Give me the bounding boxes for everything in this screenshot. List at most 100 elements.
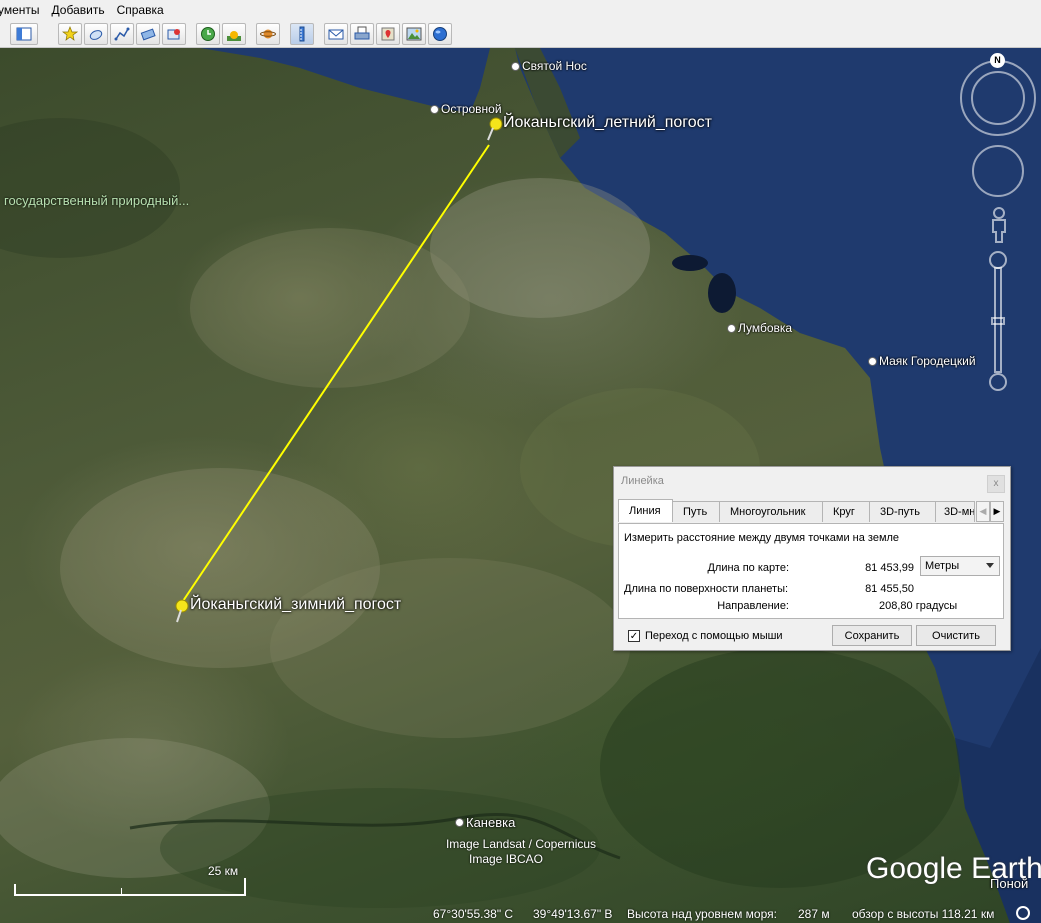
print-icon (354, 26, 370, 39)
place-dot-icon (727, 323, 736, 333)
ruler-icon (299, 26, 305, 41)
image-icon (406, 27, 422, 40)
view-in-earth-button[interactable] (428, 22, 452, 45)
google-maps-button[interactable] (376, 22, 400, 45)
tab-scroll-arrows: ◀ ▶ (976, 501, 1004, 522)
path-icon (114, 27, 130, 40)
sidebar-toggle-icon (16, 27, 32, 40)
unit-select[interactable]: Метры (920, 556, 1000, 576)
place-svyatoy-nos[interactable]: Святой Нос (511, 59, 587, 73)
planets-button[interactable] (256, 22, 280, 45)
place-dot-icon (511, 61, 520, 71)
north-indicator[interactable]: N (990, 53, 1005, 68)
add-placemark-button[interactable] (58, 22, 82, 45)
ruler-title: Линейка (621, 475, 664, 487)
look-joystick[interactable] (971, 71, 1025, 125)
attribution-line: Image Landsat / Copernicus (445, 837, 597, 851)
ruler-tabs: Линия Путь Многоугольник Круг 3D-путь 3D… (618, 499, 978, 523)
place-label: Маяк Городецкий (879, 354, 976, 368)
tab-scroll-right-button[interactable]: ▶ (990, 501, 1004, 522)
polygon-icon (89, 29, 103, 40)
toolbar (0, 20, 1041, 48)
tab-3d-path[interactable]: 3D-путь (869, 501, 936, 522)
history-button[interactable] (196, 22, 220, 45)
tab-scroll-left-button[interactable]: ◀ (976, 501, 990, 522)
eye-altitude-readout: обзор с высоты 118.21 км (852, 907, 995, 921)
menu-tools[interactable]: ументы (0, 3, 46, 17)
sidebar-toggle-button[interactable] (10, 22, 38, 45)
measure-description: Измерить расстояние между двумя точками … (624, 532, 900, 544)
ground-length-label: Длина по поверхности планеты: (624, 583, 789, 595)
attribution-line: Image IBCAO (468, 852, 544, 866)
sunlight-button[interactable] (222, 22, 246, 45)
streaming-indicator-icon (1016, 906, 1030, 920)
tab-path[interactable]: Путь (672, 501, 720, 522)
add-path-button[interactable] (110, 22, 134, 45)
clear-button[interactable]: Очистить (916, 625, 996, 646)
ruler-button[interactable] (290, 22, 314, 45)
place-ostrovnoy[interactable]: Островной (430, 102, 502, 116)
planets-icon (260, 29, 276, 38)
scale-label: 25 км (208, 864, 239, 878)
add-polygon-button[interactable] (84, 22, 108, 45)
chevron-down-icon (986, 563, 994, 568)
menu-help[interactable]: Справка (111, 3, 170, 17)
tab-circle[interactable]: Круг (822, 501, 870, 522)
latitude-readout: 67°30'55.38" С (433, 907, 514, 921)
place-label: Островной (441, 102, 502, 116)
placemark-winter-label[interactable]: Йоканьгский_зимний_погост (190, 596, 401, 614)
placemark-summer[interactable] (484, 116, 504, 145)
email-button[interactable] (324, 22, 348, 45)
move-joystick[interactable] (972, 145, 1024, 197)
mouse-nav-label: Переход с помощью мыши (645, 630, 783, 642)
place-dot-icon (868, 356, 877, 366)
status-bar: 67°30'55.38" С 39°49'13.67" В Высота над… (0, 906, 1041, 923)
save-button[interactable]: Сохранить (832, 625, 912, 646)
elevation-value: 287 м (798, 907, 830, 921)
map-length-label: Длина по карте: (707, 562, 789, 574)
scale-bar: 25 км (14, 864, 246, 896)
save-image-button[interactable] (402, 22, 426, 45)
ground-length-value: 81 455,50 (865, 583, 914, 595)
place-kanevka[interactable]: Каневка (455, 815, 515, 830)
close-button[interactable]: x (987, 475, 1005, 493)
heading-value: 208,80 градусы (879, 600, 958, 612)
close-icon: x (993, 478, 999, 489)
add-overlay-button[interactable] (136, 22, 160, 45)
google-maps-icon (381, 27, 395, 40)
overlay-icon (140, 27, 156, 40)
reserve-label[interactable]: государственный природный... (4, 193, 189, 208)
placemark-icon (62, 25, 78, 41)
tour-icon (167, 28, 180, 39)
menu-add[interactable]: Добавить (46, 3, 111, 17)
line-panel: Измерить расстояние между двумя точками … (618, 523, 1004, 619)
place-dot-icon (430, 104, 439, 114)
history-icon (201, 26, 215, 41)
email-icon (328, 29, 344, 39)
place-label: Святой Нос (522, 59, 587, 73)
record-tour-button[interactable] (162, 22, 186, 45)
elevation-label: Высота над уровнем моря: (627, 907, 777, 921)
place-mayak-gorodetsky[interactable]: Маяк Городецкий (868, 354, 976, 368)
tab-3d-polygon[interactable]: 3D-мн (935, 501, 975, 522)
street-view-pegman-icon[interactable] (988, 206, 1010, 247)
place-lumbovka[interactable]: Лумбовка (727, 321, 792, 335)
print-button[interactable] (350, 22, 374, 45)
tab-polygon[interactable]: Многоугольник (719, 501, 823, 522)
map-length-value: 81 453,99 (865, 562, 914, 574)
globe-icon (433, 26, 447, 41)
mouse-nav-checkbox[interactable]: ✓ (628, 630, 640, 642)
zoom-slider[interactable] (986, 250, 1010, 399)
place-label: Лумбовка (738, 321, 793, 335)
place-label: Каневка (466, 815, 516, 830)
unit-select-value: Метры (925, 560, 960, 572)
ruler-dialog: Линейка x Линия Путь Многоугольник Круг … (613, 466, 1011, 651)
imagery-attribution: Image Landsat / Copernicus Image IBCAO (432, 837, 610, 867)
sunlight-icon (227, 30, 241, 41)
place-dot-icon (455, 818, 464, 827)
placemark-summer-label[interactable]: Йоканьгский_летний_погост (503, 114, 712, 132)
menu-bar: ументы Добавить Справка (0, 0, 1041, 20)
google-earth-logo: Google Earth (866, 852, 1041, 885)
tab-line[interactable]: Линия (618, 499, 673, 522)
heading-label: Направление: (717, 600, 789, 612)
